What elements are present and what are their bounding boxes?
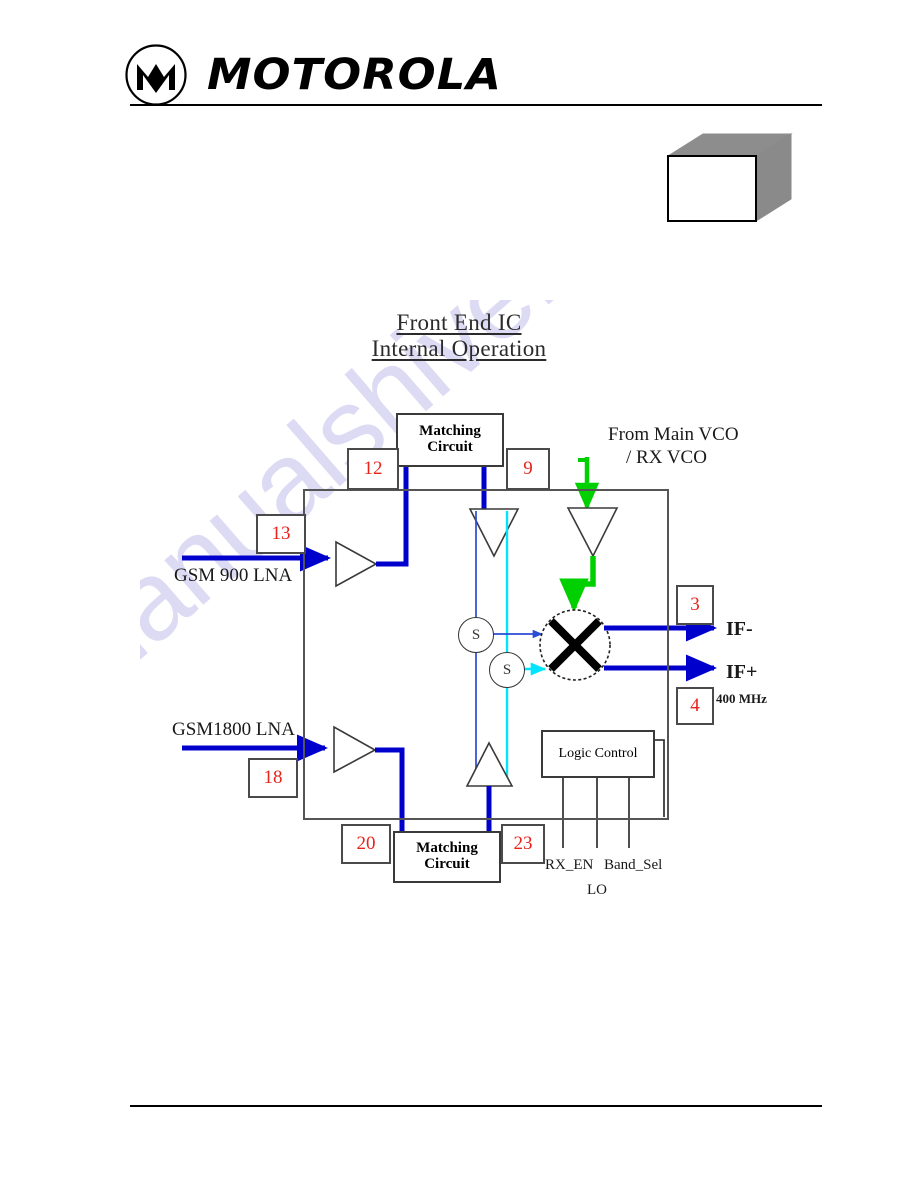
matching-circuit-top-line2: Circuit [427,439,473,455]
vco-source-label-line2: / RX VCO [626,447,707,468]
matching-circuit-top-line1: Matching [419,423,481,440]
if-plus-label: IF+ [726,661,758,683]
document-page: MOTOROLA manualshive.com Front End IC In… [0,0,918,1188]
pin-13-number: 13 [271,523,291,544]
matching-circuit-bottom-line2: Circuit [424,856,470,872]
if-minus-label: IF- [726,618,753,640]
pin-23-number: 23 [513,833,533,854]
switch-s1: S [458,617,494,653]
pin-callout-9: 9 [506,448,550,490]
logic-control-block: Logic Control [541,730,655,778]
pin-callout-13: 13 [256,514,306,554]
pin-callout-18: 18 [248,758,298,798]
matching-circuit-bottom: Matching Circuit [393,831,501,883]
pin-callout-12: 12 [347,448,399,490]
matching-circuit-top: Matching Circuit [396,413,504,467]
logic-control-label: Logic Control [558,745,638,761]
if-frequency-label: 400 MHz [716,691,767,706]
gsm900-lna-label: GSM 900 LNA [174,565,293,586]
pin-callout-3: 3 [676,585,714,625]
rx-en-label: RX_EN [545,857,594,873]
pin-18-number: 18 [263,767,283,788]
gsm1800-lna-label: GSM1800 LNA [172,719,295,740]
switch-s2: S [489,652,525,688]
pin-9-number: 9 [523,458,533,479]
pin-4-number: 4 [690,695,700,716]
pin-3-number: 3 [690,594,700,615]
front-end-ic-block-diagram: Front End IC Internal Operation Matching… [0,0,918,1188]
band-sel-label: Band_Sel [604,857,663,873]
pin-callout-20: 20 [341,824,391,864]
pin-20-number: 20 [356,833,376,854]
pin-12-number: 12 [363,458,383,479]
switch-s2-label: S [502,661,512,678]
switch-s1-label: S [471,626,481,643]
lo-label: LO [587,882,607,898]
pin-callout-4: 4 [676,687,714,725]
vco-source-label-line1: From Main VCO [608,424,739,445]
matching-circuit-bottom-line1: Matching [416,840,478,857]
pin-callout-23: 23 [501,824,545,864]
footer-divider [130,1105,822,1107]
